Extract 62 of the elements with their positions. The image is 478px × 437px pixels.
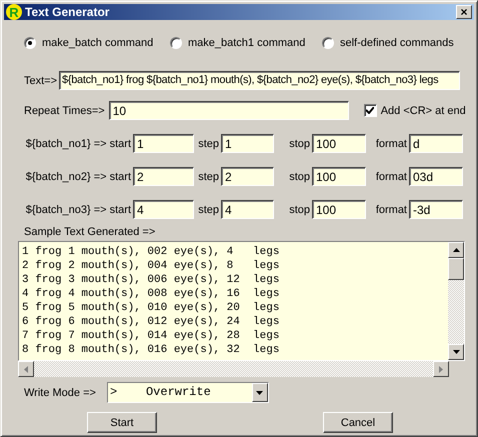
- radio-button[interactable]: [322, 37, 334, 49]
- text-field[interactable]: ${batch_no1} frog ${batch_no1} mouth(s), ${batch_no2} eye(s), ${batch_no3} legs: [59, 71, 460, 90]
- start-field[interactable]: 1: [133, 134, 194, 153]
- output-line: 7 frog 7 mouth(s), 014 eye(s), 28 legs: [22, 329, 280, 343]
- stop-field[interactable]: 100: [312, 167, 366, 186]
- start-field[interactable]: 2: [133, 167, 194, 186]
- format-field[interactable]: 03d: [409, 167, 463, 186]
- format-field[interactable]: d: [409, 134, 463, 153]
- output-line: 3 frog 3 mouth(s), 006 eye(s), 12 legs: [22, 273, 280, 287]
- start-button[interactable]: Start: [87, 412, 157, 433]
- write-mode-dropdown[interactable]: > Overwrite: [106, 382, 269, 403]
- step-field[interactable]: 1: [221, 134, 274, 153]
- output-line: 2 frog 2 mouth(s), 004 eye(s), 8 legs: [22, 259, 280, 273]
- sample-label: Sample Text Generated =>: [24, 226, 156, 238]
- output-line: 4 frog 4 mouth(s), 008 eye(s), 16 legs: [22, 287, 280, 301]
- batch-label: ${batch_no3} => start: [24, 204, 132, 216]
- close-button[interactable]: ×: [456, 5, 472, 19]
- radio-label: self-defined commands: [340, 37, 454, 49]
- format-field[interactable]: -3d: [409, 200, 463, 219]
- scroll-right-icon: [439, 366, 443, 372]
- step-label: step: [197, 204, 220, 216]
- step-label: step: [197, 138, 220, 150]
- radio-label: make_batch1 command: [188, 37, 306, 49]
- output-line: 5 frog 5 mouth(s), 010 eye(s), 20 legs: [22, 301, 280, 315]
- text-label: Text=>: [24, 74, 58, 86]
- format-label: format: [374, 204, 408, 216]
- caret-icon: [256, 390, 264, 394]
- scroll-up-icon: [452, 248, 460, 252]
- step-label: step: [197, 170, 220, 182]
- write-mode-label: Write Mode =>: [24, 386, 96, 398]
- stop-label: stop: [288, 204, 311, 216]
- radio-button[interactable]: [170, 37, 182, 49]
- format-label: format: [374, 170, 408, 182]
- step-field[interactable]: 4: [221, 200, 274, 219]
- checkbox-label: Add <CR> at end: [380, 104, 466, 116]
- horizontal-scrollbar[interactable]: [18, 361, 449, 377]
- repeat-label: Repeat Times=>: [24, 104, 105, 116]
- batch-label: ${batch_no2} => start: [24, 170, 132, 182]
- scroll-left-icon: [24, 366, 28, 372]
- batch-label: ${batch_no1} => start: [24, 138, 132, 150]
- check-icon: [366, 107, 374, 114]
- output-line: 8 frog 8 mouth(s), 016 eye(s), 32 legs: [22, 343, 280, 357]
- checkbox[interactable]: [364, 104, 377, 117]
- output-line: 6 frog 6 mouth(s), 012 eye(s), 24 legs: [22, 315, 280, 329]
- cancel-button[interactable]: Cancel: [323, 412, 393, 433]
- radio-button[interactable]: [24, 37, 36, 49]
- sample-text-area[interactable]: [19, 242, 448, 360]
- vertical-scrollbar[interactable]: [448, 242, 464, 360]
- repeat-field[interactable]: 10: [108, 101, 349, 120]
- app-logo: R: [6, 4, 22, 20]
- step-field[interactable]: 2: [221, 167, 274, 186]
- stop-label: stop: [288, 170, 311, 182]
- stop-label: stop: [288, 138, 311, 150]
- format-label: format: [374, 138, 408, 150]
- start-field[interactable]: 4: [133, 200, 194, 219]
- stop-field[interactable]: 100: [312, 134, 366, 153]
- stop-field[interactable]: 100: [312, 200, 366, 219]
- output-line: 1 frog 1 mouth(s), 002 eye(s), 4 legs: [22, 245, 280, 259]
- radio-label: make_batch command: [42, 37, 154, 49]
- scroll-thumb[interactable]: [448, 258, 464, 280]
- window-title: Text Generator: [25, 5, 110, 19]
- scroll-down-icon: [452, 350, 460, 354]
